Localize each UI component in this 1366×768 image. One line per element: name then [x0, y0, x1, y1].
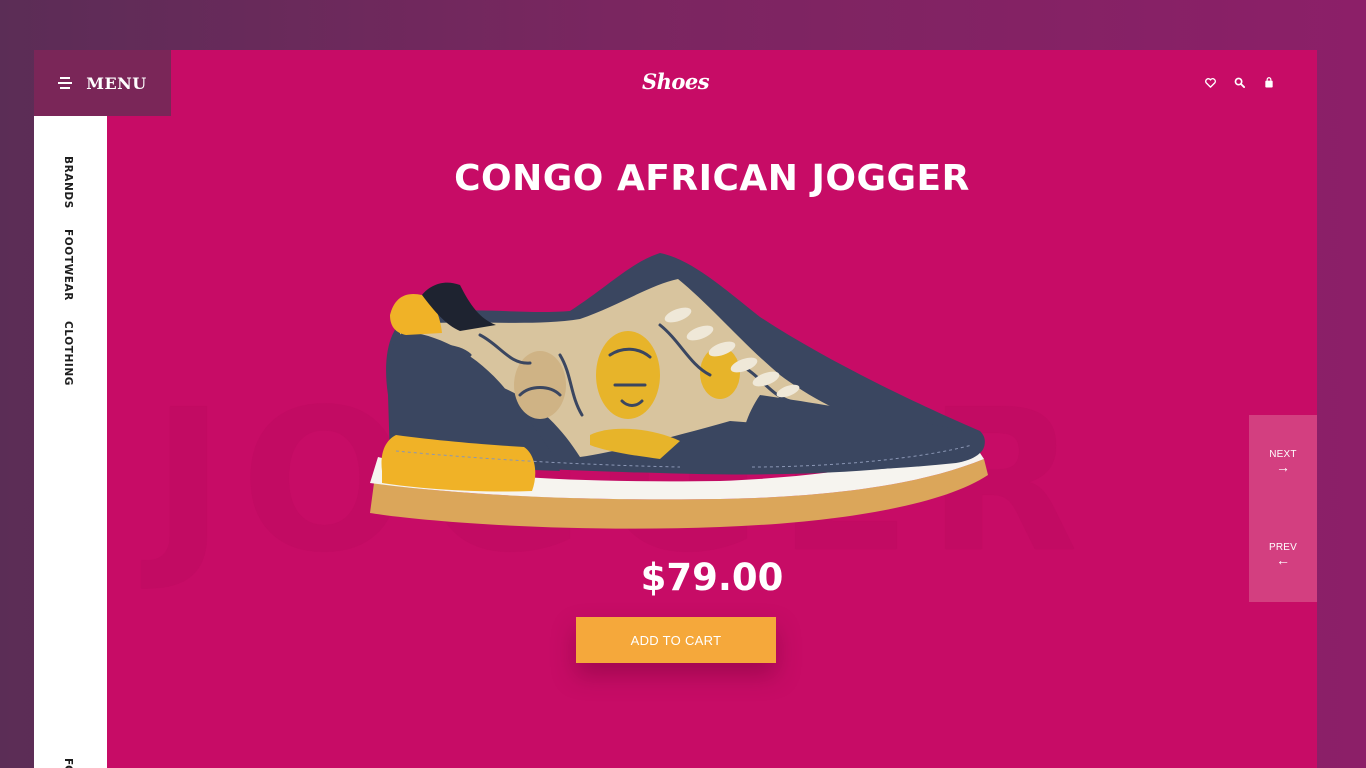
menu-button[interactable]: MENU — [34, 50, 171, 116]
page-frame: JOGGER MENU BRANDS FOOTWEAR CLOTHING FO … — [34, 50, 1317, 768]
sidebar-item-footwear[interactable]: FOOTWEAR — [62, 229, 74, 301]
product-image — [370, 253, 988, 529]
sidebar-item-bottom[interactable]: FO — [62, 758, 74, 768]
product-pager: NEXT → PREV ← — [1249, 415, 1317, 602]
sidebar: BRANDS FOOTWEAR CLOTHING FO — [34, 116, 107, 768]
next-button[interactable]: NEXT → — [1249, 449, 1317, 474]
header-icons — [1204, 76, 1275, 89]
arrow-left-icon: ← — [1276, 552, 1290, 568]
hamburger-icon — [58, 77, 73, 89]
sidebar-item-brands[interactable]: BRANDS — [62, 156, 74, 209]
product-title: CONGO AFRICAN JOGGER — [454, 158, 970, 199]
sidebar-nav: BRANDS FOOTWEAR CLOTHING — [62, 156, 74, 386]
bag-icon[interactable] — [1262, 76, 1275, 89]
add-to-cart-button[interactable]: ADD TO CART — [576, 617, 776, 663]
arrow-right-icon: → — [1276, 459, 1290, 475]
sidebar-item-clothing[interactable]: CLOTHING — [62, 321, 74, 386]
menu-label: MENU — [86, 73, 147, 93]
brand-logo[interactable]: Shoes — [642, 69, 710, 94]
heart-icon[interactable] — [1204, 76, 1217, 89]
product-price: $79.00 — [640, 556, 784, 599]
search-icon[interactable] — [1233, 76, 1246, 89]
prev-button[interactable]: PREV ← — [1249, 542, 1317, 567]
